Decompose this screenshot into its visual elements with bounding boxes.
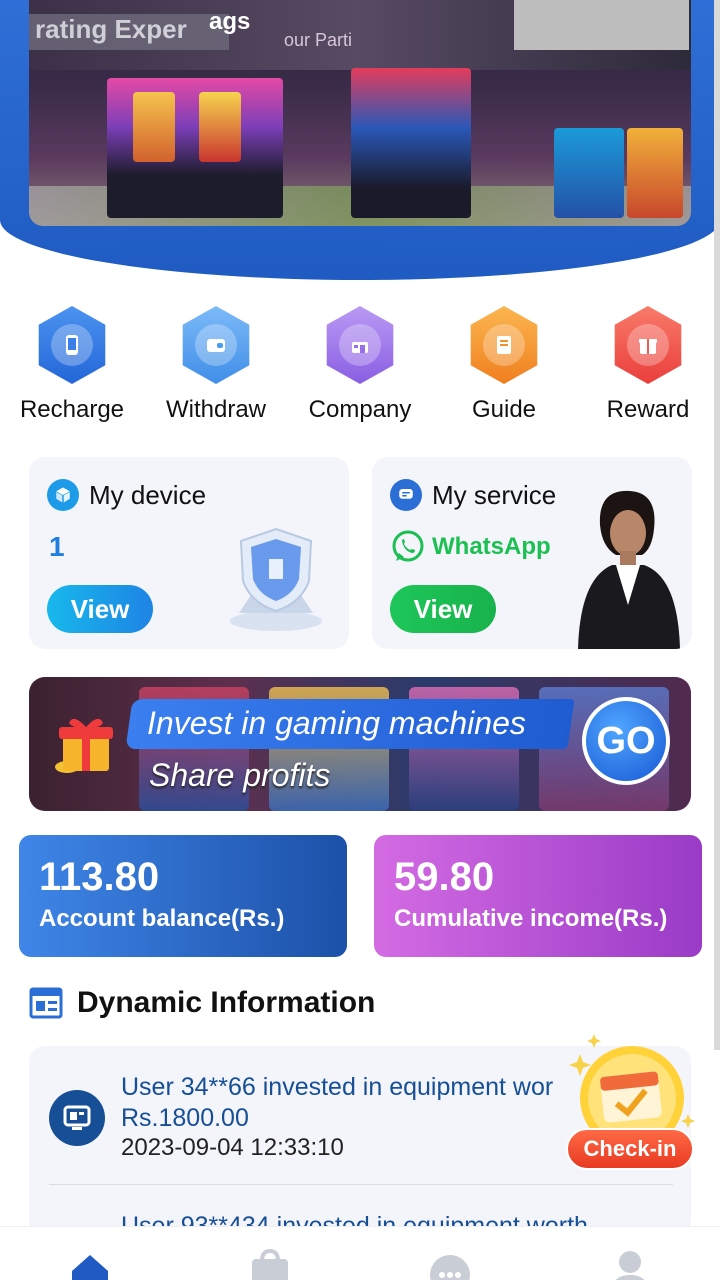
- account-balance-card[interactable]: 113.80 Account balance(Rs.): [19, 835, 347, 957]
- my-service-card[interactable]: My service WhatsApp View: [372, 457, 692, 649]
- income-value: 59.80: [394, 855, 495, 899]
- guide-hex: [470, 306, 538, 384]
- cumulative-income-card[interactable]: 59.80 Cumulative income(Rs.): [374, 835, 702, 957]
- withdraw-hex: [182, 306, 250, 384]
- my-service-label: My service: [432, 479, 557, 510]
- whatsapp-icon: [392, 530, 424, 562]
- recharge-hex: [38, 306, 106, 384]
- my-device-title: My device: [47, 479, 206, 511]
- company-label: Company: [308, 396, 412, 423]
- promo-headline: Invest in gaming machines: [147, 705, 526, 741]
- balance-value: 113.80: [39, 855, 160, 899]
- slot-machine: [351, 68, 471, 218]
- device-monitor-icon: [49, 1090, 105, 1146]
- message-icon: [390, 479, 422, 511]
- quick-actions: Recharge Withdraw Company Guide Reward: [0, 306, 720, 436]
- my-service-title: My service: [390, 479, 556, 511]
- my-device-card[interactable]: My device 1 View: [29, 457, 349, 649]
- reward-button[interactable]: Reward: [576, 306, 720, 424]
- device-count: 1: [49, 531, 65, 562]
- home-icon[interactable]: [68, 1249, 112, 1280]
- slot-machine-screen: [133, 92, 175, 162]
- reward-hex: [614, 306, 682, 384]
- news-icon: [29, 987, 63, 1019]
- recharge-button[interactable]: Recharge: [0, 306, 144, 424]
- banner-photo: [514, 0, 689, 50]
- withdraw-button[interactable]: Withdraw: [144, 306, 288, 424]
- go-button[interactable]: GO: [582, 697, 670, 785]
- bag-icon[interactable]: [248, 1248, 292, 1280]
- book-icon: [483, 324, 525, 366]
- gift-box-icon: [55, 718, 113, 773]
- phone-icon: [51, 324, 93, 366]
- balance-label: Account balance(Rs.): [39, 905, 285, 932]
- service-view-button[interactable]: View: [390, 585, 496, 633]
- profile-icon[interactable]: [608, 1249, 652, 1280]
- slot-machine-screen: [199, 92, 241, 162]
- slot-machine: [554, 128, 624, 218]
- cube-icon: [47, 479, 79, 511]
- gift-icon: [627, 324, 669, 366]
- feed-item-time: 2023-09-04 12:33:10: [121, 1134, 344, 1161]
- device-view-button[interactable]: View: [47, 585, 153, 633]
- promo-banner[interactable]: Invest in gaming machines Share profits …: [29, 677, 691, 811]
- hero-banner-image[interactable]: rating Exper ags our Parti: [29, 0, 691, 226]
- banner-sign-right: our Parti: [284, 30, 353, 50]
- check-in-button[interactable]: Check-in: [566, 1030, 698, 1176]
- withdraw-label: Withdraw: [165, 396, 267, 423]
- wallet-icon: [195, 324, 237, 366]
- feed-divider: [49, 1184, 673, 1185]
- recharge-label: Recharge: [19, 396, 125, 423]
- guide-label: Guide: [471, 396, 537, 423]
- whatsapp-label: WhatsApp: [432, 533, 551, 560]
- dynamic-info-heading: Dynamic Information: [29, 986, 375, 1020]
- check-in-label: Check-in: [566, 1128, 694, 1170]
- promo-subline: Share profits: [149, 757, 331, 793]
- shield-icon: [230, 527, 322, 631]
- banner-sign-left: rating Exper: [29, 14, 229, 50]
- agent-avatar: [578, 490, 680, 649]
- chat-icon[interactable]: [428, 1249, 472, 1280]
- slot-machine: [627, 128, 683, 218]
- dynamic-info-title: Dynamic Information: [77, 986, 376, 1019]
- scrollbar[interactable]: [714, 0, 720, 1050]
- guide-button[interactable]: Guide: [432, 306, 576, 424]
- whatsapp-link[interactable]: WhatsApp: [390, 529, 551, 565]
- company-button[interactable]: Company: [288, 306, 432, 424]
- reward-label: Reward: [606, 396, 690, 423]
- income-label: Cumulative income(Rs.): [394, 905, 668, 932]
- company-hex: [326, 306, 394, 384]
- bottom-navigation: [0, 1226, 720, 1280]
- my-device-label: My device: [89, 479, 207, 510]
- building-icon: [339, 324, 381, 366]
